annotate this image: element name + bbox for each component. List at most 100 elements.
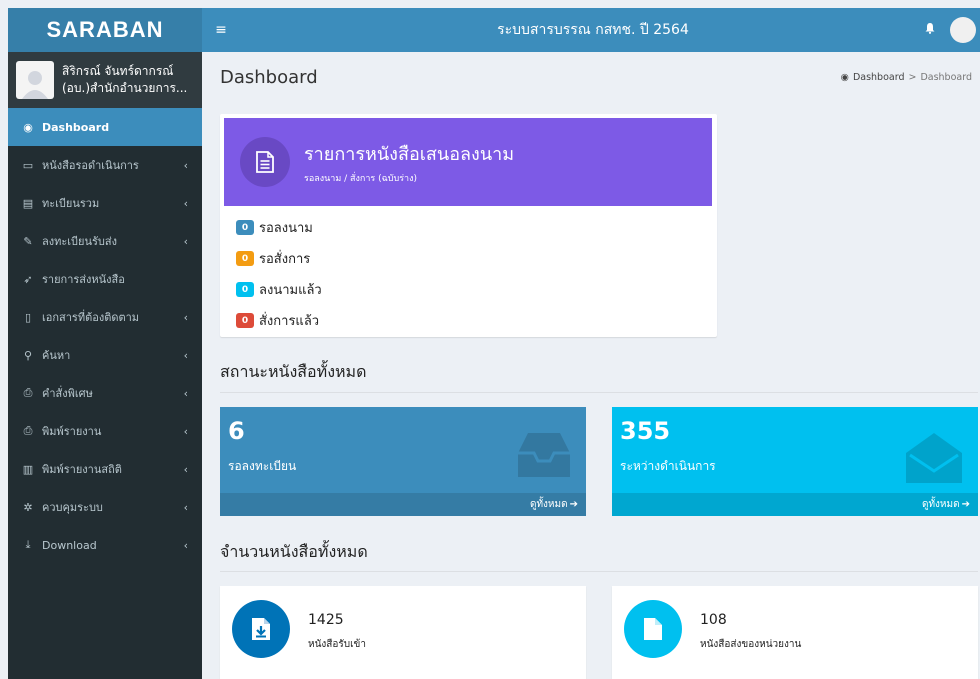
- sidebar-item-1[interactable]: ▭ หนังสือรอดำเนินการ ‹: [8, 146, 202, 184]
- print-icon: ⎙: [23, 386, 33, 399]
- view-all-label: ดูทั้งหมด: [529, 499, 568, 510]
- sidebar-item-10[interactable]: ✲ ควบคุมระบบ ‹: [8, 488, 202, 526]
- chevron-left-icon: ‹: [183, 234, 188, 248]
- breadcrumb-separator: >: [908, 71, 917, 83]
- chevron-left-icon: ‹: [183, 500, 188, 514]
- chevron-left-icon: ‹: [183, 538, 188, 552]
- book-icon: ▤: [22, 196, 34, 210]
- sidebar-item-label: ค้นหา: [42, 349, 71, 362]
- stat-label: รอลงทะเบียน: [228, 459, 297, 473]
- sign-status-item[interactable]: 0 รอสั่งการ: [236, 243, 322, 274]
- user-avatar-icon[interactable]: [950, 17, 976, 43]
- chevron-left-icon: ‹: [183, 424, 188, 438]
- section-divider: [220, 392, 978, 393]
- bell-icon[interactable]: [910, 22, 950, 38]
- inbox-tray-icon: [516, 431, 572, 483]
- sidebar-item-5[interactable]: ▯ เอกสารที่ต้องติดตาม ‹: [8, 298, 202, 336]
- sidebar-item-label: พิมพ์รายงาน: [42, 425, 102, 438]
- app-title: ระบบสารบรรณ กสทช. ปี 2564: [497, 22, 689, 38]
- print-icon: ⎙: [23, 424, 33, 437]
- search-icon: ⚲: [23, 348, 33, 362]
- arrow-right-icon: ➔: [569, 499, 578, 510]
- edit-icon: ✎: [23, 234, 33, 248]
- sidebar-item-label: รายการส่งหนังสือ: [42, 273, 125, 286]
- arrow-right-icon: ➔: [961, 499, 970, 510]
- view-all-link[interactable]: ดูทั้งหมด ➔: [220, 493, 586, 516]
- sidebar-item-label: ควบคุมระบบ: [42, 501, 103, 514]
- page-title: Dashboard: [220, 66, 318, 88]
- sidebar-item-label: เอกสารที่ต้องติดตาม: [42, 311, 140, 324]
- breadcrumb-link[interactable]: Dashboard: [853, 72, 905, 83]
- sidebar-item-7[interactable]: ⎙ คำสั่งพิเศษ ‹: [8, 374, 202, 412]
- user-department: (อบ.)สำนักอำนวยการ...: [62, 81, 188, 95]
- sign-status-label: ลงนามแล้ว: [259, 283, 322, 298]
- in-progress-card[interactable]: 355 ระหว่างดำเนินการ ดูทั้งหมด ➔: [612, 407, 978, 516]
- avatar: [16, 61, 54, 99]
- sidebar-item-label: หนังสือรอดำเนินการ: [42, 159, 139, 172]
- user-panel: สิริกรณ์ จันทร์ดากรณ์ (อบ.)สำนักอำนวยการ…: [8, 52, 202, 108]
- count-badge: 0: [236, 282, 254, 297]
- breadcrumb-current: Dashboard: [920, 71, 972, 83]
- sign-status-label: รอลงนาม: [259, 221, 313, 236]
- count-badge: 0: [236, 220, 254, 235]
- sidebar-item-4[interactable]: ➶ รายการส่งหนังสือ: [8, 260, 202, 298]
- sidebar-item-label: Download: [42, 538, 97, 552]
- incoming-count: 1425: [308, 612, 344, 628]
- breadcrumb: ◉ Dashboard > Dashboard: [841, 72, 972, 83]
- file-download-icon: [232, 600, 290, 658]
- view-all-link[interactable]: ดูทั้งหมด ➔: [612, 493, 978, 516]
- top-navbar: ≡ ระบบสารบรรณ กสทช. ปี 2564: [202, 8, 980, 52]
- dashboard-icon: ◉: [840, 71, 849, 83]
- sidebar-item-9[interactable]: ▥ พิมพ์รายงานสถิติ ‹: [8, 450, 202, 488]
- sign-list-box: รายการหนังสือเสนอลงนาม รอลงนาม / สั่งการ…: [220, 114, 717, 337]
- sidebar-item-label: คำสั่งพิเศษ: [42, 387, 93, 400]
- view-all-label: ดูทั้งหมด: [921, 499, 960, 510]
- stat-number: 355: [620, 417, 671, 445]
- bookmark-icon: ▯: [24, 310, 32, 324]
- pending-registration-card[interactable]: 6 รอลงทะเบียน ดูทั้งหมด ➔: [220, 407, 586, 516]
- sidebar-item-3[interactable]: ✎ ลงทะเบียนรับส่ง ‹: [8, 222, 202, 260]
- sidebar-item-label: ทะเบียนรวม: [42, 197, 100, 210]
- sidebar-item-8[interactable]: ⎙ พิมพ์รายงาน ‹: [8, 412, 202, 450]
- sidebar-item-6[interactable]: ⚲ ค้นหา ‹: [8, 336, 202, 374]
- section-divider: [220, 571, 978, 572]
- dashboard-icon: ◉: [23, 120, 33, 134]
- bar-chart-icon: ▥: [22, 462, 34, 476]
- outgoing-count: 108: [700, 612, 727, 628]
- count-badge: 0: [236, 313, 254, 328]
- outgoing-label: หนังสือส่งของหน่วยงาน: [700, 639, 802, 650]
- file-icon: [624, 600, 682, 658]
- sign-status-item[interactable]: 0 ลงนามแล้ว: [236, 274, 322, 305]
- chevron-left-icon: ‹: [183, 310, 188, 324]
- document-icon: [240, 137, 290, 187]
- incoming-count-box: 1425 หนังสือรับเข้า: [220, 586, 586, 679]
- app-logo[interactable]: SARABAN: [8, 8, 202, 52]
- count-badge: 0: [236, 251, 254, 266]
- menu-toggle-icon[interactable]: ≡: [206, 22, 236, 38]
- sign-status-list: 0 รอลงนาม 0 รอสั่งการ 0 ลงนามแล้ว 0 สั่งการแล้ว: [236, 212, 322, 336]
- user-name: สิริกรณ์ จันทร์ดากรณ์: [62, 64, 174, 78]
- sign-status-item[interactable]: 0 รอลงนาม: [236, 212, 322, 243]
- sidebar-item-2[interactable]: ▤ ทะเบียนรวม ‹: [8, 184, 202, 222]
- chevron-left-icon: ‹: [183, 158, 188, 172]
- sidebar-item-0[interactable]: ◉ Dashboard: [8, 108, 202, 146]
- sign-list-header: รายการหนังสือเสนอลงนาม รอลงนาม / สั่งการ…: [224, 118, 712, 206]
- chevron-left-icon: ‹: [183, 196, 188, 210]
- sidebar-item-label: ลงทะเบียนรับส่ง: [42, 235, 117, 248]
- stat-number: 6: [228, 417, 245, 445]
- status-section-title: สถานะหนังสือทั้งหมด: [220, 362, 367, 381]
- sidebar: SARABAN สิริกรณ์ จันทร์ดากรณ์ (อบ.)สำนัก…: [8, 8, 202, 679]
- count-section-title: จำนวนหนังสือทั้งหมด: [220, 542, 368, 561]
- sidebar-item-label: พิมพ์รายงานสถิติ: [42, 463, 122, 476]
- sign-status-label: สั่งการแล้ว: [259, 314, 320, 329]
- stat-label: ระหว่างดำเนินการ: [620, 459, 716, 473]
- chevron-left-icon: ‹: [183, 462, 188, 476]
- sign-status-item[interactable]: 0 สั่งการแล้ว: [236, 305, 322, 336]
- sign-status-label: รอสั่งการ: [259, 252, 311, 267]
- sign-list-title: รายการหนังสือเสนอลงนาม: [304, 144, 515, 165]
- chevron-left-icon: ‹: [183, 386, 188, 400]
- sidebar-menu: ◉ Dashboard ▭ หนังสือรอดำเนินการ ‹ ▤ ทะเบียนรว…: [8, 108, 202, 564]
- incoming-label: หนังสือรับเข้า: [308, 639, 367, 650]
- send-icon: ➶: [23, 272, 33, 286]
- sidebar-item-11[interactable]: ⤓ Download ‹: [8, 526, 202, 564]
